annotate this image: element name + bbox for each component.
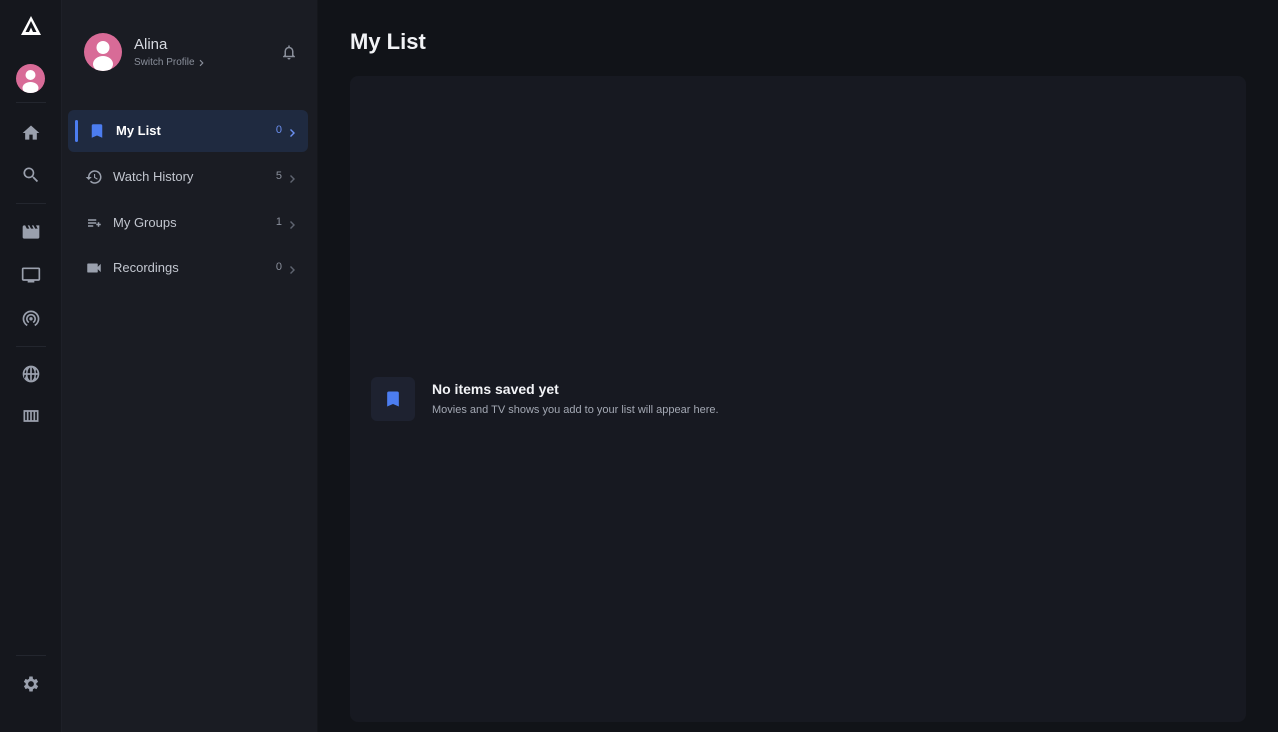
video-camera-icon — [87, 263, 101, 273]
rail-settings-button[interactable] — [11, 666, 51, 702]
grid-guide-icon — [23, 410, 39, 422]
empty-state-subtitle: Movies and TV shows you add to your list… — [432, 404, 719, 416]
rail-divider — [16, 346, 46, 347]
bookmark-icon — [387, 391, 399, 407]
search-icon — [23, 167, 39, 183]
profile-avatar[interactable] — [84, 33, 122, 71]
empty-state-icon-box — [371, 377, 415, 421]
rail-divider — [16, 102, 46, 103]
menu-item-count: 5 — [275, 170, 282, 182]
menu-item-label: My Groups — [113, 215, 177, 230]
app-window: Alina Switch Profile My List 0 Watch His… — [0, 0, 1278, 732]
menu-item-label: Recordings — [113, 260, 179, 275]
profile-name: Alina — [134, 36, 168, 53]
menu-item-recordings[interactable]: Recordings 0 — [68, 247, 308, 289]
icon-rail — [0, 0, 62, 732]
notifications-button[interactable] — [280, 43, 300, 63]
rail-live-button[interactable] — [11, 300, 51, 336]
switch-profile-label: Switch Profile — [134, 57, 195, 68]
bell-icon — [283, 45, 295, 60]
rail-home-button[interactable] — [11, 115, 51, 151]
empty-state-title: No items saved yet — [432, 381, 559, 397]
rail-movies-button[interactable] — [11, 214, 51, 250]
chevron-right-icon — [290, 266, 295, 274]
broadcast-icon — [22, 310, 40, 327]
playlist-icon — [88, 219, 101, 227]
home-icon — [22, 125, 40, 140]
chevron-right-icon — [290, 129, 295, 137]
menu-item-label: Watch History — [113, 169, 194, 184]
chevron-right-icon — [290, 175, 295, 183]
menu-item-watch-history[interactable]: Watch History 5 — [68, 156, 308, 198]
gear-icon — [23, 676, 39, 692]
history-icon — [85, 170, 102, 184]
menu-item-count: 1 — [275, 216, 282, 228]
menu-item-count: 0 — [275, 124, 282, 136]
menu-item-label: My List — [116, 123, 161, 138]
app-logo-icon[interactable] — [11, 8, 51, 44]
main-content: My List No items saved yet Movies and TV… — [318, 0, 1278, 732]
list-content-area: No items saved yet Movies and TV shows y… — [350, 76, 1246, 722]
rail-divider — [16, 203, 46, 204]
clapperboard-icon — [22, 225, 40, 239]
rail-profile-avatar[interactable] — [16, 64, 45, 93]
library-panel: Alina Switch Profile My List 0 Watch His… — [62, 0, 318, 732]
rail-guide-button[interactable] — [11, 398, 51, 434]
active-indicator — [75, 120, 78, 142]
basketball-icon — [22, 365, 40, 383]
rail-tv-button[interactable] — [11, 257, 51, 293]
tv-icon — [21, 267, 41, 283]
chevron-right-icon — [290, 221, 295, 229]
page-title: My List — [350, 29, 426, 54]
menu-item-my-list[interactable]: My List 0 — [68, 110, 308, 152]
empty-state: No items saved yet Movies and TV shows y… — [371, 377, 971, 421]
menu-item-my-groups[interactable]: My Groups 1 — [68, 202, 308, 244]
switch-profile-link[interactable]: Switch Profile — [134, 57, 206, 68]
menu-item-count: 0 — [275, 261, 282, 273]
rail-search-button[interactable] — [11, 157, 51, 193]
rail-divider — [16, 655, 46, 656]
profile-header: Alina Switch Profile — [84, 33, 304, 73]
chevron-right-icon — [199, 59, 204, 66]
bookmark-icon — [91, 124, 103, 138]
rail-sports-button[interactable] — [11, 356, 51, 392]
